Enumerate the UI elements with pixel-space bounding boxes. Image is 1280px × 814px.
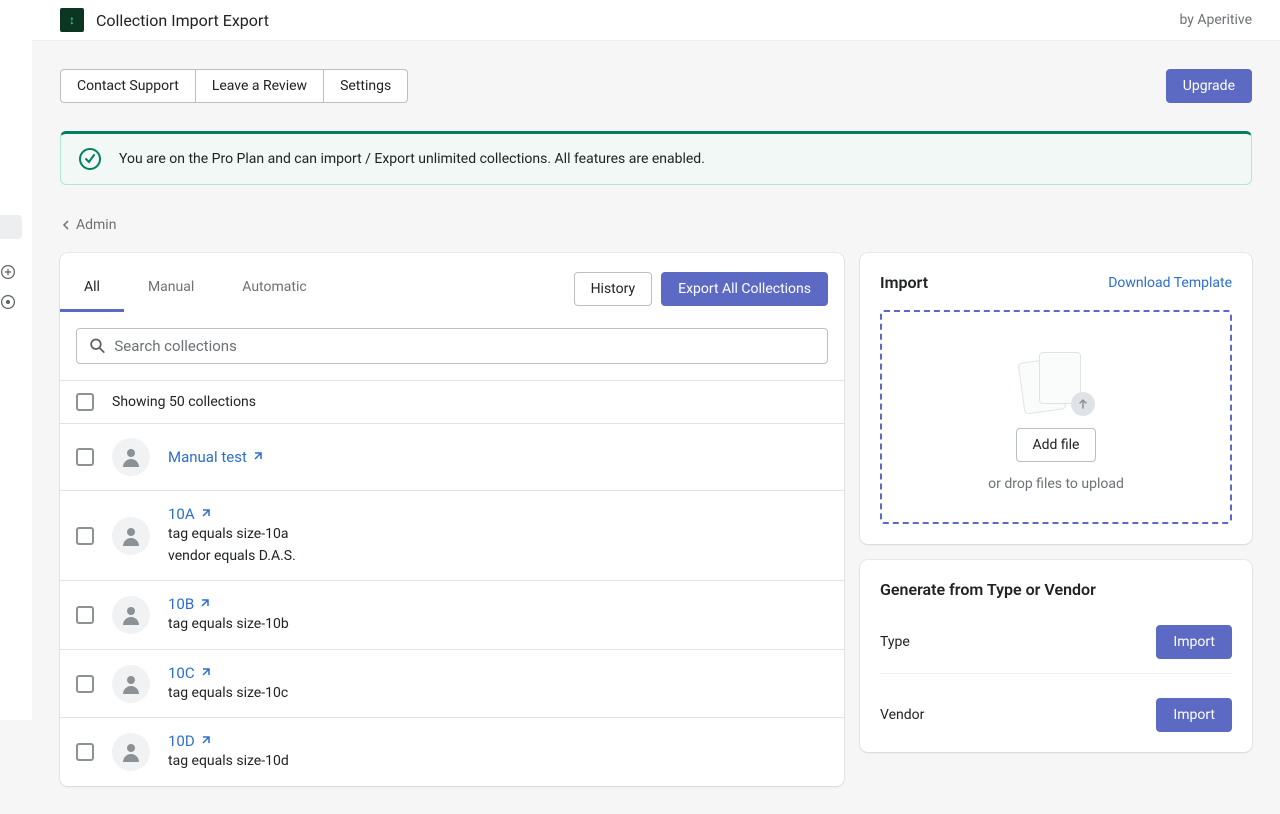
row-description: vendor equals D.A.S. [168, 547, 828, 567]
type-label: Type [880, 634, 910, 650]
vendor-label: Vendor [880, 707, 924, 723]
tab-manual[interactable]: Manual [124, 265, 218, 312]
import-title: Import [880, 273, 928, 292]
drop-hint: or drop files to upload [902, 476, 1210, 492]
rail-active-indicator [0, 215, 22, 239]
row-description: tag equals size-10a [168, 525, 828, 545]
header-button-group: Contact Support Leave a Review Settings [60, 69, 408, 103]
row-title-link[interactable]: 10A [168, 505, 211, 523]
generate-title: Generate from Type or Vendor [880, 580, 1232, 599]
add-icon[interactable] [0, 264, 16, 280]
list-header: Showing 50 collections [60, 380, 844, 423]
external-link-icon [199, 508, 211, 520]
search-input[interactable] [114, 337, 815, 355]
chevron-left-icon [60, 219, 72, 231]
import-card: Import Download Template Add file or dr [860, 253, 1252, 544]
collections-card: All Manual Automatic History Export All … [60, 253, 844, 786]
sidebar-rail [0, 0, 32, 720]
contact-support-button[interactable]: Contact Support [60, 69, 196, 103]
row-title-link[interactable]: 10B [168, 595, 210, 613]
row-title-link[interactable]: 10C [168, 664, 211, 682]
external-link-icon [199, 735, 211, 747]
row-title-link[interactable]: Manual test [168, 448, 263, 466]
row-description: tag equals size-10d [168, 752, 828, 772]
table-row: 10B tag equals size-10b [60, 580, 844, 649]
generate-card: Generate from Type or Vendor Type Import… [860, 560, 1252, 752]
avatar [112, 438, 150, 476]
select-all-checkbox[interactable] [76, 393, 94, 411]
settings-icon[interactable] [0, 294, 16, 310]
topbar: ↕ Collection Import Export by Aperitive [32, 0, 1280, 41]
app-title: Collection Import Export [96, 11, 269, 30]
avatar [112, 665, 150, 703]
check-circle-icon [79, 148, 101, 170]
upload-arrow-icon [1071, 392, 1095, 416]
upload-illustration [1021, 352, 1091, 412]
download-template-link[interactable]: Download Template [1108, 275, 1232, 291]
table-row: Manual test [60, 423, 844, 490]
table-row: 10D tag equals size-10d [60, 717, 844, 786]
breadcrumb[interactable]: Admin [60, 217, 116, 233]
external-link-icon [198, 598, 210, 610]
external-link-icon [251, 451, 263, 463]
search-input-wrap [76, 328, 828, 364]
row-title-link[interactable]: 10D [168, 732, 211, 750]
byline: by Aperitive [1179, 12, 1252, 28]
row-description: tag equals size-10b [168, 615, 828, 635]
external-link-icon [199, 667, 211, 679]
avatar [112, 733, 150, 771]
import-vendor-button[interactable]: Import [1156, 698, 1232, 732]
settings-button[interactable]: Settings [323, 69, 408, 103]
import-type-button[interactable]: Import [1156, 625, 1232, 659]
avatar [112, 596, 150, 634]
list-count: Showing 50 collections [112, 394, 256, 410]
export-all-button[interactable]: Export All Collections [661, 272, 828, 306]
tabs: All Manual Automatic [60, 265, 331, 312]
leave-review-button[interactable]: Leave a Review [195, 69, 324, 103]
row-checkbox[interactable] [76, 448, 94, 466]
upgrade-button[interactable]: Upgrade [1166, 69, 1252, 103]
tab-all[interactable]: All [60, 265, 124, 312]
row-checkbox[interactable] [76, 743, 94, 761]
row-checkbox[interactable] [76, 527, 94, 545]
breadcrumb-label: Admin [76, 217, 116, 233]
row-checkbox[interactable] [76, 675, 94, 693]
plan-banner: You are on the Pro Plan and can import /… [60, 131, 1252, 185]
search-icon [89, 337, 106, 355]
tab-automatic[interactable]: Automatic [218, 265, 330, 312]
add-file-button[interactable]: Add file [1016, 428, 1097, 462]
file-dropzone[interactable]: Add file or drop files to upload [880, 310, 1232, 524]
row-description: tag equals size-10c [168, 684, 828, 704]
row-checkbox[interactable] [76, 606, 94, 624]
history-button[interactable]: History [574, 272, 653, 306]
avatar [112, 517, 150, 555]
table-row: 10C tag equals size-10c [60, 649, 844, 718]
table-row: 10A tag equals size-10avendor equals D.A.… [60, 490, 844, 580]
app-logo: ↕ [60, 8, 84, 32]
banner-text: You are on the Pro Plan and can import /… [119, 151, 705, 167]
